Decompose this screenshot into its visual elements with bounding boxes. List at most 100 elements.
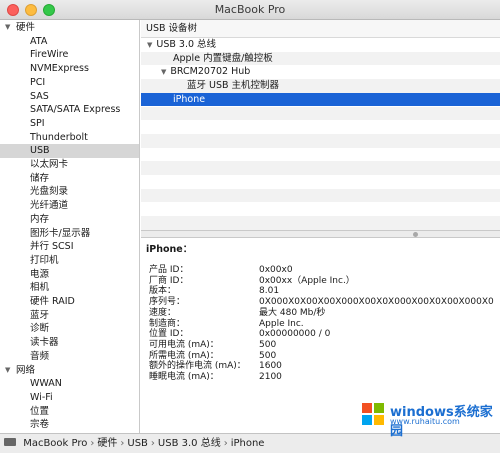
- sidebar-item[interactable]: 音频: [0, 350, 139, 364]
- detail-value: 500: [259, 350, 277, 361]
- usb-device-tree[interactable]: ▼ USB 3.0 总线 Apple 内置键盘/触控板 ▼ BRCM20702 Hub 蓝…: [141, 38, 500, 230]
- detail-label: 额外的操作电流 (mA)：: [149, 361, 246, 372]
- sidebar-item[interactable]: 蓝牙: [0, 309, 139, 323]
- detail-row: 产品 ID： 0x00x0: [149, 265, 500, 276]
- sidebar-item[interactable]: 光纤通道: [0, 199, 139, 213]
- sidebar-item[interactable]: SPI: [0, 117, 139, 131]
- sidebar-item[interactable]: 打印机: [0, 254, 139, 268]
- divider-handle-icon[interactable]: [413, 232, 418, 237]
- tree-row[interactable]: ▼ USB 3.0 总线: [141, 38, 500, 52]
- empty-tree-row: [141, 216, 500, 230]
- tree-row[interactable]: 蓝牙 USB 主机控制器: [141, 79, 500, 93]
- empty-tree-row: [141, 202, 500, 216]
- tree-row-label: 蓝牙 USB 主机控制器: [187, 80, 280, 92]
- sidebar-item[interactable]: 光盘刻录: [0, 185, 139, 199]
- detail-value: 8.01: [259, 286, 280, 297]
- sidebar-item[interactable]: 读卡器: [0, 336, 139, 350]
- detail-row: 所需电流 (mA)： 500: [149, 351, 500, 362]
- detail-row: 厂商 ID： 0x00xx（Apple Inc.）: [149, 276, 500, 287]
- detail-row: 位置 ID： 0x00000000 / 0: [149, 329, 500, 340]
- disclosure-triangle-icon[interactable]: ▼: [5, 364, 10, 378]
- detail-row: 可用电流 (mA)： 500: [149, 340, 500, 351]
- path-item[interactable]: USB: [127, 438, 148, 449]
- empty-tree-row: [141, 133, 500, 148]
- empty-tree-row: [141, 120, 500, 134]
- detail-value: 0x00xx（Apple Inc.）: [259, 275, 355, 286]
- detail-label: 版本：: [149, 286, 177, 297]
- sidebar-item[interactable]: 电源: [0, 268, 139, 282]
- sidebar-item[interactable]: SAS: [0, 90, 139, 104]
- detail-label: 产品 ID：: [149, 265, 189, 275]
- chevron-right-icon: ›: [90, 438, 95, 449]
- sidebar-item[interactable]: 诊断: [0, 322, 139, 336]
- detail-row: 额外的操作电流 (mA)： 1600: [149, 361, 500, 372]
- sidebar-item[interactable]: 并行 SCSI: [0, 240, 139, 254]
- detail-value: Apple Inc.: [259, 318, 304, 329]
- disclosure-triangle-icon[interactable]: ▼: [147, 41, 152, 49]
- sidebar-item[interactable]: ATA: [0, 35, 139, 49]
- sidebar-group[interactable]: ▼ 硬件: [0, 21, 139, 35]
- detail-label: 所需电流 (mA)：: [149, 350, 219, 361]
- tree-row[interactable]: ▼ BRCM20702 Hub: [141, 65, 500, 79]
- detail-row: 序列号： 0X000X0X00X00X000X00X0X000X00X0X00X0…: [149, 297, 500, 308]
- detail-value: 0X000X0X00X00X000X00X0X000X00X0X00X000X0: [259, 297, 494, 308]
- sidebar-item[interactable]: 位置: [0, 405, 139, 419]
- sidebar-item[interactable]: FireWire: [0, 48, 139, 62]
- tree-row-label: Apple 内置键盘/触控板: [173, 52, 273, 64]
- sidebar-item[interactable]: USB: [0, 144, 139, 158]
- detail-row: 制造商： Apple Inc.: [149, 319, 500, 330]
- sidebar-item[interactable]: Wi-Fi: [0, 391, 139, 405]
- sidebar-item[interactable]: SATA/SATA Express: [0, 103, 139, 117]
- disclosure-triangle-icon[interactable]: ▼: [161, 68, 166, 76]
- detail-value: 500: [259, 339, 277, 350]
- detail-row: 速度： 最大 480 Mb/秒: [149, 308, 500, 319]
- detail-value: 0x00x0: [259, 265, 293, 275]
- detail-label: 序列号：: [149, 297, 186, 308]
- detail-value: 2100: [259, 372, 282, 382]
- chevron-right-icon: ›: [120, 438, 125, 449]
- sidebar-group-label: 网络: [16, 364, 36, 376]
- detail-label: 位置 ID：: [149, 329, 189, 340]
- tree-row-label: iPhone: [173, 93, 206, 105]
- sidebar-item[interactable]: 以太网卡: [0, 158, 139, 172]
- detail-value: 1600: [259, 361, 282, 372]
- tree-row[interactable]: Apple 内置键盘/触控板: [141, 51, 500, 66]
- split-divider[interactable]: [141, 230, 500, 238]
- tree-row-label: BRCM20702 Hub: [170, 66, 251, 78]
- detail-label: 可用电流 (mA)：: [149, 339, 219, 350]
- detail-row: 版本： 8.01: [149, 286, 500, 297]
- sidebar[interactable]: ▼ 硬件 ATA FireWire NVMExpress PCI SAS SATA/SATA …: [0, 20, 140, 433]
- chevron-right-icon: ›: [223, 438, 228, 449]
- detail-label: 制造商：: [149, 318, 186, 329]
- sidebar-item[interactable]: 图形卡/显示器: [0, 227, 139, 241]
- sidebar-item[interactable]: 内存: [0, 213, 139, 227]
- empty-tree-row: [141, 188, 500, 203]
- path-item[interactable]: USB 3.0 总线: [158, 438, 221, 449]
- sidebar-item[interactable]: 储存: [0, 172, 139, 186]
- detail-row: 睡眠电流 (mA)： 2100: [149, 372, 500, 383]
- sidebar-item[interactable]: NVMExpress: [0, 62, 139, 76]
- detail-value: 最大 480 Mb/秒: [259, 307, 326, 318]
- sidebar-item[interactable]: PCI: [0, 76, 139, 90]
- tree-row[interactable]: iPhone: [141, 92, 500, 107]
- path-item[interactable]: MacBook Pro: [23, 438, 87, 449]
- sidebar-item[interactable]: Thunderbolt: [0, 131, 139, 145]
- details-pane: iPhone： 产品 ID： 0x00x0 厂商 ID： 0x00xx（Apple I…: [141, 238, 500, 433]
- empty-tree-row: [141, 148, 500, 162]
- detail-label: 睡眠电流 (mA)：: [149, 372, 219, 382]
- path-item[interactable]: 硬件: [97, 438, 117, 449]
- disclosure-triangle-icon[interactable]: ▼: [5, 21, 10, 35]
- sidebar-item[interactable]: WWAN: [0, 377, 139, 391]
- sidebar-item[interactable]: 硬件 RAID: [0, 295, 139, 309]
- detail-label: 厂商 ID：: [149, 275, 189, 286]
- empty-tree-row: [141, 161, 500, 175]
- path-item[interactable]: iPhone: [231, 438, 265, 449]
- laptop-icon: [4, 438, 16, 446]
- sidebar-item[interactable]: 宗卷: [0, 418, 139, 432]
- chevron-right-icon: ›: [150, 438, 155, 449]
- detail-label: 速度：: [149, 307, 177, 318]
- empty-tree-row: [141, 175, 500, 189]
- sidebar-item[interactable]: 相机: [0, 281, 139, 295]
- detail-value: 0x00000000 / 0: [259, 329, 331, 340]
- sidebar-group[interactable]: ▼ 网络: [0, 364, 139, 378]
